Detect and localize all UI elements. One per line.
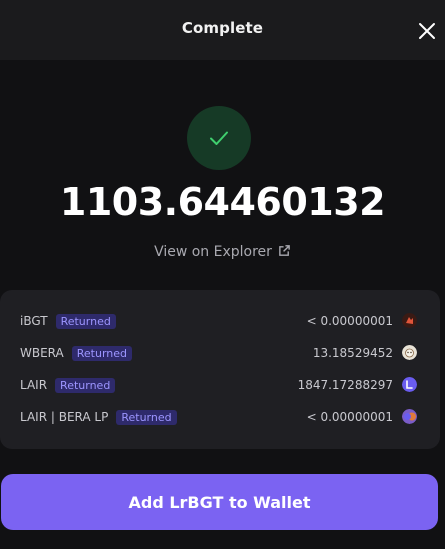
token-name: LAIR (20, 378, 48, 392)
token-name: LAIR | BERA LP (20, 410, 109, 424)
token-amount: 13.18529452 (312, 346, 393, 360)
returned-badge: Returned (55, 314, 116, 329)
modal-header: Complete (0, 0, 445, 60)
list-item: LAIR Returned 1847.17288297 (0, 374, 440, 398)
returned-badge: Returned (55, 378, 116, 393)
wbera-token-icon (402, 345, 417, 360)
token-amount: < 0.00000001 (306, 314, 393, 328)
returned-badge: Returned (71, 346, 133, 361)
external-link-icon (279, 245, 290, 256)
modal-title: Complete (181, 19, 264, 37)
view-on-explorer-link[interactable]: View on Explorer (0, 244, 445, 260)
close-icon[interactable] (416, 20, 438, 42)
token-name: iBGT (20, 314, 48, 328)
lair-bera-lp-token-icon (402, 409, 417, 424)
list-item: LAIR | BERA LP Returned < 0.00000001 (0, 406, 440, 430)
ibgt-token-icon (402, 313, 417, 328)
list-item: iBGT Returned < 0.00000001 (0, 310, 440, 334)
returned-badge: Returned (116, 410, 177, 425)
token-amount: < 0.00000001 (306, 410, 393, 424)
lair-token-icon (402, 377, 417, 392)
result-amount: 1103.64460132 (59, 180, 386, 224)
explorer-link-label: View on Explorer (154, 244, 272, 260)
add-to-wallet-button[interactable]: Add LrBGT to Wallet (1, 474, 438, 530)
list-item: WBERA Returned 13.18529452 (0, 342, 440, 366)
token-name: WBERA (20, 346, 64, 360)
success-check-icon (187, 106, 251, 170)
token-amount: 1847.17288297 (297, 378, 393, 392)
returned-tokens-list: iBGT Returned < 0.00000001 WBERA Returned … (0, 290, 440, 449)
complete-modal: Complete 1103.64460132 View on Explorer … (0, 0, 445, 549)
